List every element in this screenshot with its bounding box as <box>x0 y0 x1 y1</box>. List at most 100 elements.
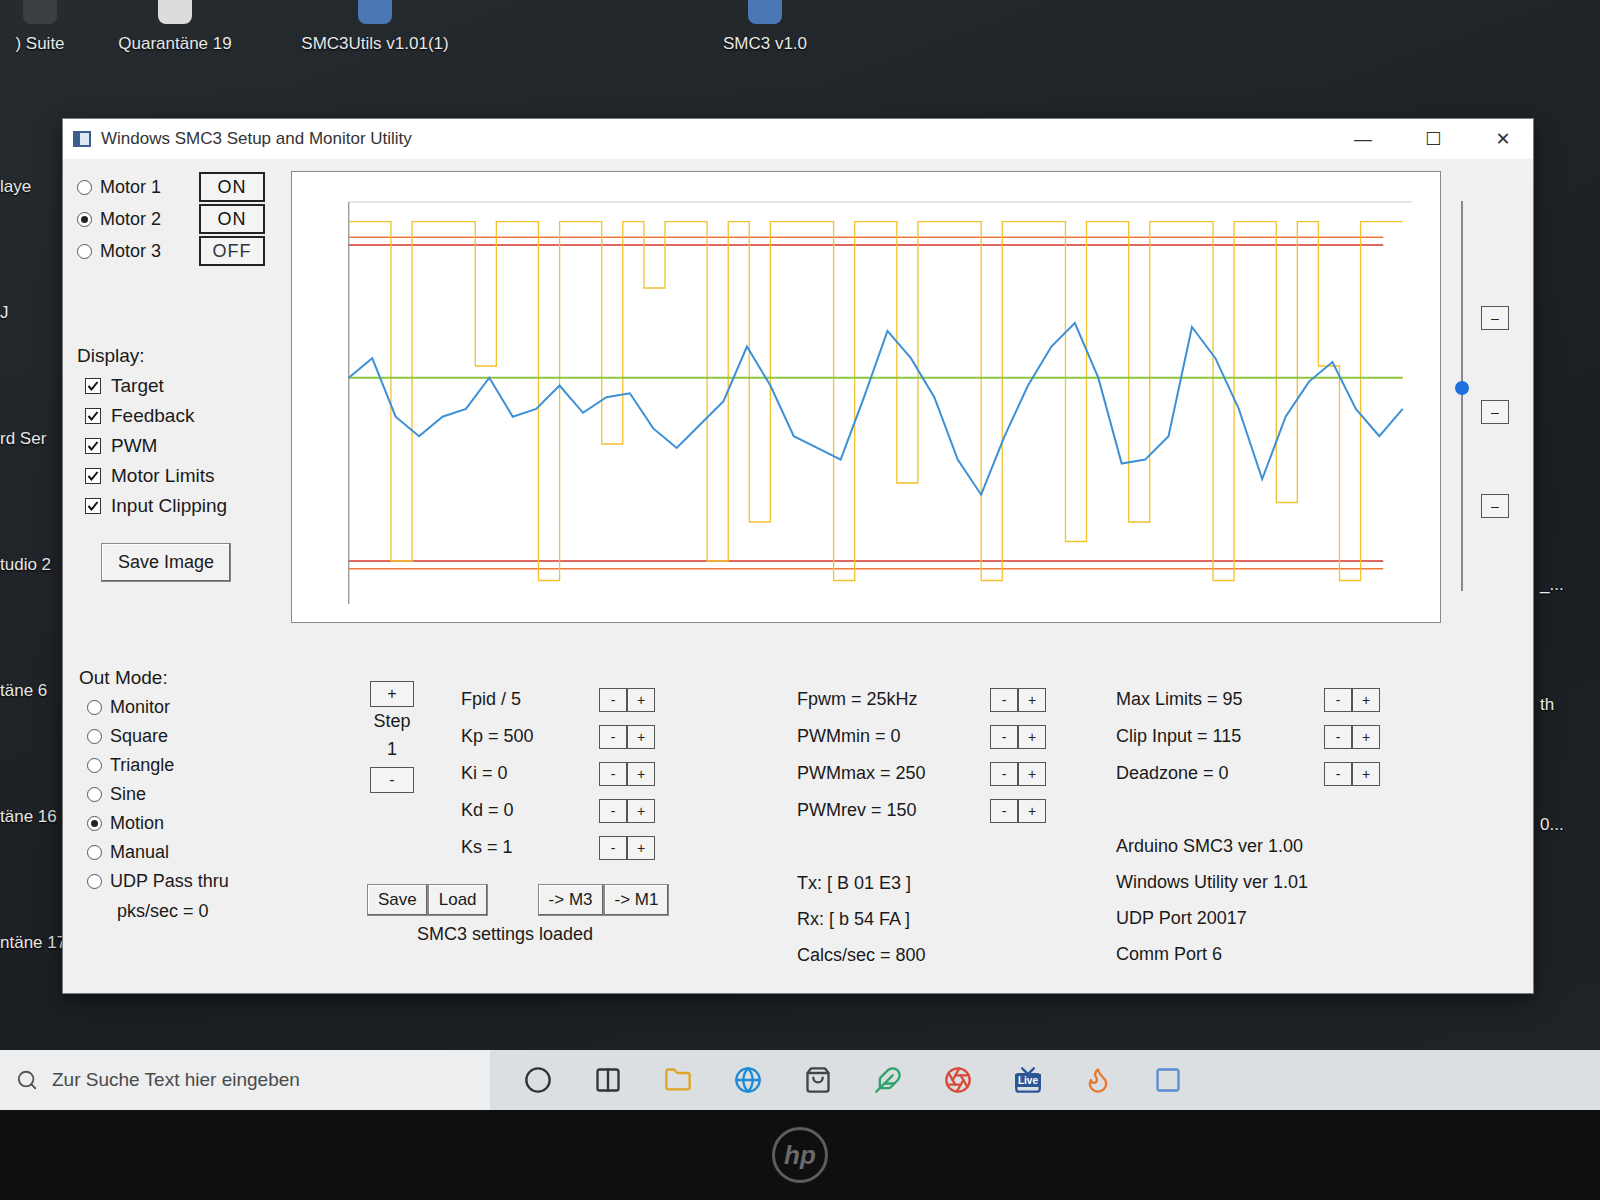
decrease-button[interactable]: - <box>990 762 1018 786</box>
increase-button[interactable]: + <box>627 762 655 786</box>
adjust-buttons: -+ <box>990 688 1046 712</box>
param-row: PWMmin = 0-+ <box>797 718 1046 755</box>
increase-button[interactable]: + <box>627 688 655 712</box>
desktop-icon-label[interactable]: täne 16 <box>0 807 62 827</box>
zoom-button[interactable]: – <box>1481 494 1509 518</box>
file-button[interactable]: Save <box>367 884 428 916</box>
taskbar-app[interactable] <box>796 1058 840 1102</box>
title-bar: Windows SMC3 Setup and Monitor Utility—☐… <box>63 119 1533 159</box>
decrease-button[interactable]: - <box>599 799 627 823</box>
desktop-icon-label[interactable]: tudio 2 <box>0 555 62 575</box>
decrease-button[interactable]: - <box>599 725 627 749</box>
taskbar-app[interactable] <box>1146 1058 1190 1102</box>
param-label: Ks = 1 <box>461 837 591 858</box>
taskbar-app[interactable] <box>656 1058 700 1102</box>
save-image-button[interactable]: Save Image <box>101 543 231 582</box>
taskbar-app[interactable] <box>726 1058 770 1102</box>
desktop-icon-label[interactable]: ntäne 17 <box>0 933 62 953</box>
increase-button[interactable]: + <box>1352 688 1380 712</box>
desktop-icon[interactable]: SMC3Utils v1.01(1) <box>270 0 480 54</box>
decrease-button[interactable]: - <box>1324 762 1352 786</box>
app-icon <box>1154 1066 1182 1094</box>
display-checkbox[interactable]: Input Clipping <box>77 491 277 521</box>
taskbar-app[interactable] <box>936 1058 980 1102</box>
window-control[interactable]: — <box>1333 119 1393 159</box>
increase-button[interactable]: + <box>1352 725 1380 749</box>
decrease-button[interactable]: - <box>599 762 627 786</box>
app-icon <box>944 1066 972 1094</box>
decrease-button[interactable]: - <box>599 688 627 712</box>
param-label: Clip Input = 115 <box>1116 726 1316 747</box>
increase-button[interactable]: + <box>1018 725 1046 749</box>
desktop-icon-label[interactable]: laye <box>0 177 62 197</box>
decrease-button[interactable]: - <box>1324 725 1352 749</box>
window-control[interactable]: ✕ <box>1473 119 1533 159</box>
desktop-icon-label[interactable]: J <box>0 303 62 323</box>
desktop-icon-label[interactable]: 0... <box>1540 815 1600 835</box>
motor-row: Motor 1 ON <box>77 171 277 203</box>
step-increase-button[interactable]: + <box>370 681 414 707</box>
step-decrease-button[interactable]: - <box>370 767 414 793</box>
hp-logo: hp <box>772 1127 828 1183</box>
taskbar-app[interactable] <box>1076 1058 1120 1102</box>
decrease-button[interactable]: - <box>990 725 1018 749</box>
search-icon <box>16 1069 38 1091</box>
desktop-icon[interactable]: ) Suite <box>0 0 80 54</box>
decrease-button[interactable]: - <box>1324 688 1352 712</box>
decrease-button[interactable]: - <box>599 836 627 860</box>
motor-radio[interactable]: Motor 1 <box>77 177 193 198</box>
display-checkbox[interactable]: Feedback <box>77 401 277 431</box>
taskbar-app[interactable] <box>586 1058 630 1102</box>
display-checkbox[interactable]: Target <box>77 371 277 401</box>
motor-toggle[interactable]: ON <box>199 172 265 202</box>
taskbar-app[interactable] <box>866 1058 910 1102</box>
increase-button[interactable]: + <box>627 725 655 749</box>
desktop-icon[interactable]: SMC3 v1.0 <box>480 0 1050 54</box>
taskbar-app[interactable]: Live <box>1006 1058 1050 1102</box>
out-mode-radio[interactable]: Manual <box>79 838 297 867</box>
copy-button[interactable]: -> M3 <box>538 884 604 916</box>
param-row: Max Limits = 95-+ <box>1116 681 1380 718</box>
param-label: Max Limits = 95 <box>1116 689 1316 710</box>
display-checkbox[interactable]: PWM <box>77 431 277 461</box>
param-label: Deadzone = 0 <box>1116 763 1316 784</box>
desktop-icon-label[interactable]: _... <box>1540 575 1600 595</box>
param-row: Kd = 0-+ <box>461 792 655 829</box>
out-mode-radio[interactable]: Square <box>79 722 297 751</box>
motor-toggle[interactable]: OFF <box>199 236 265 266</box>
zoom-button[interactable]: – <box>1481 400 1509 424</box>
adjust-buttons: -+ <box>1324 688 1380 712</box>
slider-track[interactable] <box>1455 201 1469 591</box>
window-control[interactable]: ☐ <box>1403 119 1463 159</box>
increase-button[interactable]: + <box>1018 688 1046 712</box>
desktop-icon-label[interactable]: th <box>1540 695 1600 715</box>
zoom-button[interactable]: – <box>1481 306 1509 330</box>
slider-thumb[interactable] <box>1455 381 1469 395</box>
desktop-icon-label[interactable]: rd Ser <box>0 429 62 449</box>
increase-button[interactable]: + <box>1352 762 1380 786</box>
motor-toggle[interactable]: ON <box>199 204 265 234</box>
increase-button[interactable]: + <box>627 799 655 823</box>
increase-button[interactable]: + <box>627 836 655 860</box>
motor-radio[interactable]: Motor 2 <box>77 209 193 230</box>
desktop-icon-label[interactable]: täne 6 <box>0 681 62 701</box>
taskbar-app[interactable] <box>516 1058 560 1102</box>
display-checkbox[interactable]: Motor Limits <box>77 461 277 491</box>
out-mode-radio[interactable]: Monitor <box>79 693 297 722</box>
increase-button[interactable]: + <box>1018 762 1046 786</box>
motor-radio[interactable]: Motor 3 <box>77 241 193 262</box>
out-mode-radio[interactable]: Sine <box>79 780 297 809</box>
copy-button[interactable]: -> M1 <box>604 884 670 916</box>
out-mode-radio[interactable]: Triangle <box>79 751 297 780</box>
search-box[interactable]: Zur Suche Text hier eingeben <box>0 1050 490 1110</box>
decrease-button[interactable]: - <box>990 688 1018 712</box>
increase-button[interactable]: + <box>1018 799 1046 823</box>
out-mode-radio[interactable]: UDP Pass thru <box>79 867 297 896</box>
pwm-trace <box>349 222 1403 581</box>
decrease-button[interactable]: - <box>990 799 1018 823</box>
step-label: Step <box>373 711 410 735</box>
desktop-icon[interactable]: Quarantäne 19 <box>80 0 270 54</box>
limit-params: Max Limits = 95-+Clip Input = 115-+Deadz… <box>1116 663 1380 973</box>
file-button[interactable]: Load <box>428 884 488 916</box>
out-mode-radio[interactable]: Motion <box>79 809 297 838</box>
